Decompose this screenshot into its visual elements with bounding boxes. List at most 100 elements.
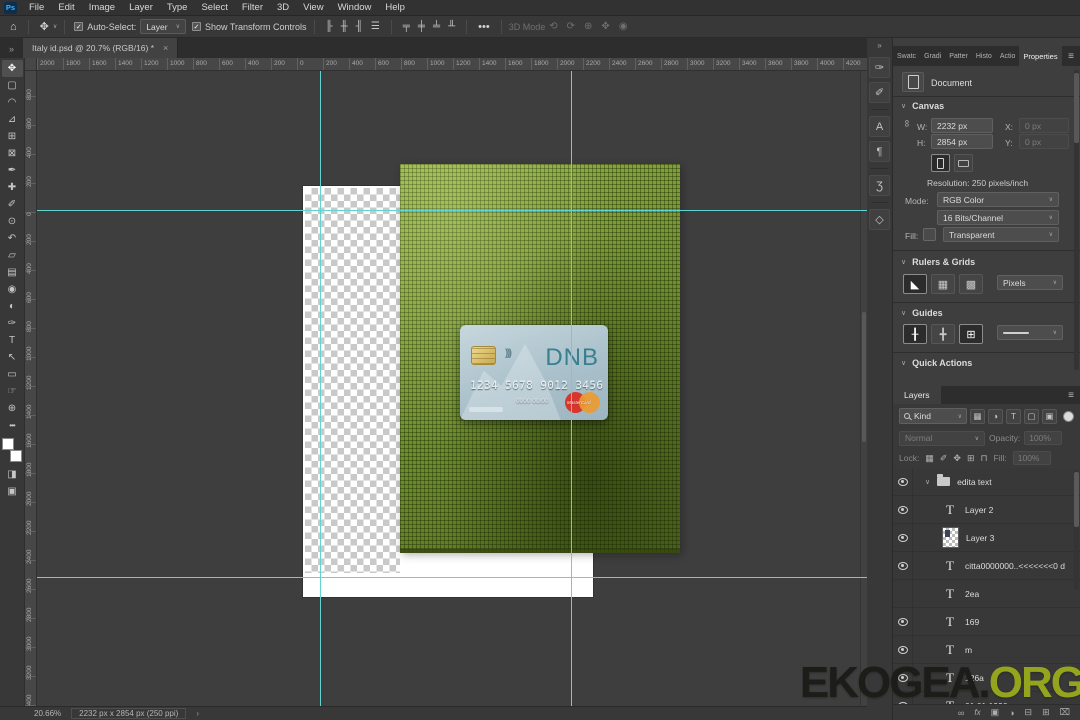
- filter-type-layers-icon[interactable]: T: [1006, 408, 1021, 424]
- lock-pixels-icon[interactable]: ✐: [940, 453, 948, 464]
- auto-select-target-dropdown[interactable]: Layer ∨: [140, 19, 186, 34]
- color-swatches[interactable]: [2, 438, 22, 462]
- tool-eyedropper[interactable]: ✒: [2, 162, 23, 179]
- home-icon[interactable]: ⌂: [6, 21, 21, 33]
- panel-menu-icon[interactable]: ≡: [1062, 46, 1080, 66]
- menu-image[interactable]: Image: [82, 0, 122, 16]
- tool-gradient[interactable]: ▤: [2, 264, 23, 281]
- vertical-ruler[interactable]: 800 600 400 200 0 200 400 600 800 1000 1200 1400 160…: [25, 71, 37, 706]
- brush-settings-icon[interactable]: ✑: [869, 57, 890, 78]
- portrait-orientation-button[interactable]: [931, 154, 950, 172]
- menu-type[interactable]: Type: [160, 0, 195, 16]
- align-icon[interactable]: ╟: [326, 21, 333, 32]
- tool-move[interactable]: ✥: [1, 60, 23, 77]
- expand-panels-icon[interactable]: »: [877, 41, 881, 50]
- menu-file[interactable]: File: [22, 0, 51, 16]
- toggle-smart-guides-button[interactable]: ╋: [931, 324, 955, 344]
- layer-row[interactable]: T Layer 2: [893, 496, 1080, 524]
- layer-style-icon[interactable]: fx: [974, 708, 980, 717]
- align-icon[interactable]: ╢: [356, 21, 363, 32]
- guide-style-dropdown[interactable]: ∨: [997, 325, 1063, 340]
- visibility-eye-icon[interactable]: [897, 477, 908, 486]
- menu-3d[interactable]: 3D: [270, 0, 296, 16]
- menu-view[interactable]: View: [296, 0, 330, 16]
- filter-shape-layers-icon[interactable]: ▢: [1024, 408, 1039, 424]
- color-mode-dropdown[interactable]: RGB Color ∨: [937, 192, 1059, 207]
- tool-lasso[interactable]: ◠: [2, 94, 23, 111]
- ruler-corner[interactable]: [25, 58, 37, 71]
- tool-clone-stamp[interactable]: ⊙: [2, 213, 23, 230]
- fill-swatch[interactable]: [923, 228, 936, 241]
- lock-guides-button[interactable]: ⊞: [959, 324, 983, 344]
- visibility-eye-icon[interactable]: [897, 533, 908, 542]
- menu-edit[interactable]: Edit: [51, 0, 81, 16]
- guide-horizontal-1[interactable]: [37, 210, 867, 211]
- guides-section-header[interactable]: ∨ Guides: [901, 308, 943, 318]
- distribute-icon[interactable]: ╪: [418, 21, 425, 32]
- visibility-eye-icon[interactable]: [897, 645, 908, 654]
- ruler-units-dropdown[interactable]: Pixels ∨: [997, 275, 1063, 290]
- glyphs-panel-icon[interactable]: Ʒ: [869, 175, 890, 196]
- tool-zoom[interactable]: ⊕: [2, 400, 23, 417]
- show-transform-checkbox[interactable]: ✓: [191, 22, 201, 31]
- layers-scrollbar[interactable]: [1074, 470, 1079, 590]
- tab-overflow-icon[interactable]: »: [0, 44, 23, 58]
- quick-mask-button[interactable]: ◨: [2, 466, 23, 483]
- brushes-icon[interactable]: ✐: [869, 82, 890, 103]
- new-layer-icon[interactable]: ⊞: [1042, 707, 1050, 718]
- layer-filter-kind-dropdown[interactable]: Kind ∨: [899, 408, 967, 424]
- properties-scrollbar[interactable]: [1074, 70, 1079, 370]
- move-tool-icon[interactable]: ✥: [36, 20, 53, 33]
- tool-eraser[interactable]: ▱: [2, 247, 23, 264]
- guide-vertical-2[interactable]: [571, 71, 572, 706]
- document-tab[interactable]: Italy id.psd @ 20.7% (RGB/16) * ×: [23, 38, 179, 58]
- tool-pen[interactable]: ✑: [2, 315, 23, 332]
- tool-crop[interactable]: ⊞: [2, 128, 23, 145]
- lock-artboard-icon[interactable]: ⊞: [967, 453, 975, 464]
- tool-type[interactable]: T: [2, 332, 23, 349]
- tab-layers[interactable]: Layers: [893, 386, 941, 404]
- visibility-eye-icon[interactable]: [897, 617, 908, 626]
- quick-actions-section-header[interactable]: ∨ Quick Actions: [901, 358, 972, 368]
- pasteboard[interactable]: ))) DNB 1234 5678 9012 3456 0000 00/00 M…: [37, 71, 867, 706]
- height-field[interactable]: 2854 px: [931, 134, 993, 149]
- tool-marquee[interactable]: ▢: [2, 77, 23, 94]
- group-expand-caret[interactable]: ∨: [925, 478, 930, 486]
- tool-path-select[interactable]: ↖: [2, 349, 23, 366]
- layer-row[interactable]: T 169: [893, 608, 1080, 636]
- new-group-icon[interactable]: ⊟: [1025, 707, 1033, 718]
- lock-position-icon[interactable]: ✥: [953, 453, 961, 464]
- distribute-icon[interactable]: ╨: [448, 21, 455, 32]
- foreground-color-swatch[interactable]: [2, 438, 14, 450]
- lock-transparency-icon[interactable]: ▦: [925, 453, 934, 464]
- status-chevron-icon[interactable]: ›: [196, 709, 199, 718]
- paragraph-panel-icon[interactable]: ¶: [869, 141, 890, 162]
- toggle-guides-button[interactable]: ╂: [903, 324, 927, 344]
- canvas-vertical-scrollbar[interactable]: [860, 71, 867, 706]
- tab-gradients[interactable]: Gradi: [920, 46, 945, 66]
- adjustment-layer-icon[interactable]: ◑: [1009, 708, 1014, 718]
- link-dimensions-icon[interactable]: ∞: [901, 120, 912, 127]
- tool-frame[interactable]: ⊠: [2, 145, 23, 162]
- tab-patterns[interactable]: Patter: [945, 46, 972, 66]
- layer-mask-icon[interactable]: ▣: [991, 707, 1000, 718]
- distribute-icon[interactable]: ╧: [433, 21, 440, 32]
- landscape-orientation-button[interactable]: [954, 154, 973, 172]
- filter-adjustment-layers-icon[interactable]: ◑: [988, 408, 1003, 424]
- menu-window[interactable]: Window: [331, 0, 379, 16]
- tool-healing-brush[interactable]: ✚: [2, 179, 23, 196]
- filter-smart-objects-icon[interactable]: ▣: [1042, 408, 1057, 424]
- link-layers-icon[interactable]: ∞: [958, 708, 964, 718]
- align-icon[interactable]: ☰: [371, 21, 380, 32]
- rulers-grids-section-header[interactable]: ∨ Rulers & Grids: [901, 257, 975, 267]
- menu-layer[interactable]: Layer: [122, 0, 160, 16]
- lock-all-icon[interactable]: ⊓: [980, 453, 987, 464]
- toggle-grid-button[interactable]: ▦: [931, 274, 955, 294]
- layer-row-hidden[interactable]: T 2ea: [893, 580, 1080, 608]
- tool-blur[interactable]: ◉: [2, 281, 23, 298]
- tool-rectangle[interactable]: ▭: [2, 366, 23, 383]
- layer-row[interactable]: Layer 3: [893, 524, 1080, 552]
- tab-history[interactable]: Histo: [972, 46, 996, 66]
- close-icon[interactable]: ×: [163, 43, 168, 53]
- visibility-eye-icon[interactable]: [897, 505, 908, 514]
